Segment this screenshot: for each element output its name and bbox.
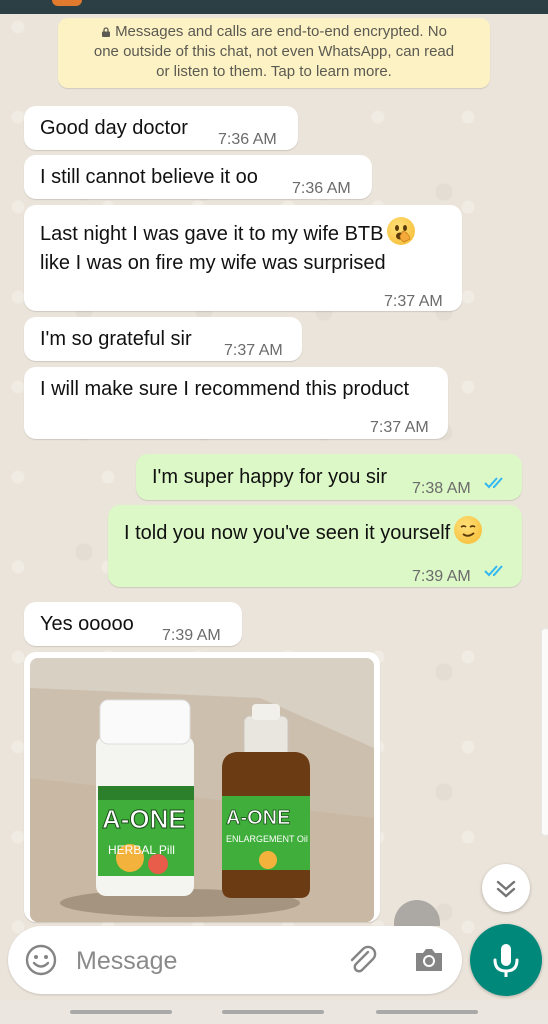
message-time: 7:36 AM bbox=[218, 131, 277, 148]
system-navigation-bar bbox=[0, 1000, 548, 1024]
message-bubble-incoming[interactable]: I'm so grateful sir 7:37 AM bbox=[24, 317, 302, 361]
message-text: Yes ooooo bbox=[40, 613, 134, 635]
bottle-brand-label: A-ONE bbox=[226, 807, 290, 829]
face-with-hand-over-mouth-icon bbox=[387, 217, 416, 245]
message-text-line-2: like I was on fire my wife was surprised bbox=[40, 252, 386, 274]
jar-brand-label: A-ONE bbox=[102, 804, 186, 834]
message-bubble-incoming[interactable]: I still cannot believe it oo 7:36 AM bbox=[24, 155, 372, 199]
message-input[interactable] bbox=[74, 940, 328, 982]
message-time: 7:37 AM bbox=[224, 342, 283, 359]
message-bubble-incoming[interactable]: Yes ooooo 7:39 AM bbox=[24, 602, 242, 646]
jar-sub-label: HERBAL Pill bbox=[108, 843, 175, 857]
encryption-line-3: or listen to them. Tap to learn more. bbox=[156, 63, 392, 80]
camera-icon[interactable] bbox=[412, 943, 446, 977]
encryption-line-2: one outside of this chat, not even Whats… bbox=[93, 43, 455, 60]
product-photo-illustration: A-ONE HERBAL Pill A-ONE ENLARGEMENT Oil bbox=[30, 658, 374, 922]
message-time: 7:38 AM bbox=[412, 480, 471, 497]
message-text: I'm so grateful sir bbox=[40, 328, 192, 350]
lock-icon bbox=[102, 27, 111, 37]
attachment-icon[interactable] bbox=[344, 942, 380, 978]
read-ticks-icon bbox=[484, 477, 503, 489]
double-chevron-down-icon bbox=[496, 880, 516, 898]
nav-recents[interactable] bbox=[70, 1010, 172, 1014]
avatar-edge bbox=[52, 0, 82, 6]
scrollbar-thumb[interactable] bbox=[541, 628, 548, 836]
message-text: I'm super happy for you sir bbox=[152, 466, 388, 488]
message-time: 7:39 AM bbox=[162, 627, 221, 644]
bottle-sub-label: ENLARGEMENT Oil bbox=[226, 834, 308, 844]
nav-back[interactable] bbox=[376, 1010, 478, 1014]
message-bubble-outgoing[interactable]: I told you now you've seen it yourself 7… bbox=[108, 505, 522, 587]
message-composer bbox=[8, 926, 462, 994]
scroll-to-bottom-button[interactable] bbox=[482, 864, 530, 912]
product-photo[interactable]: A-ONE HERBAL Pill A-ONE ENLARGEMENT Oil bbox=[30, 658, 374, 922]
message-text: I will make sure I recommend this produc… bbox=[40, 378, 410, 400]
microphone-icon bbox=[493, 944, 519, 977]
smirking-face-icon bbox=[454, 516, 483, 544]
message-text: I still cannot believe it oo bbox=[40, 166, 258, 188]
message-text: Good day doctor bbox=[40, 117, 188, 139]
encryption-notice[interactable]: Messages and calls are end-to-end encryp… bbox=[58, 18, 490, 88]
emoji-icon[interactable] bbox=[24, 943, 58, 977]
message-bubble-outgoing[interactable]: I'm super happy for you sir 7:38 AM bbox=[136, 454, 522, 500]
message-time: 7:36 AM bbox=[292, 180, 351, 197]
message-time: 7:39 AM bbox=[412, 568, 471, 585]
app-header-edge bbox=[0, 0, 548, 14]
message-text: I told you now you've seen it yourself bbox=[124, 516, 483, 548]
nav-home[interactable] bbox=[222, 1010, 324, 1014]
read-ticks-icon bbox=[484, 565, 503, 577]
image-message[interactable]: A-ONE HERBAL Pill A-ONE ENLARGEMENT Oil bbox=[24, 652, 380, 922]
message-time: 7:37 AM bbox=[370, 419, 429, 436]
message-bubble-incoming[interactable]: Good day doctor 7:36 AM bbox=[24, 106, 298, 150]
message-bubble-incoming[interactable]: I will make sure I recommend this produc… bbox=[24, 367, 448, 439]
voice-message-button[interactable] bbox=[470, 924, 542, 996]
message-text-line-1: Last night I was gave it to my wife BTB bbox=[40, 217, 416, 249]
message-bubble-incoming[interactable]: Last night I was gave it to my wife BTB … bbox=[24, 205, 462, 311]
encryption-line-1: Messages and calls are end-to-end encryp… bbox=[115, 23, 447, 40]
message-time: 7:37 AM bbox=[384, 293, 443, 310]
